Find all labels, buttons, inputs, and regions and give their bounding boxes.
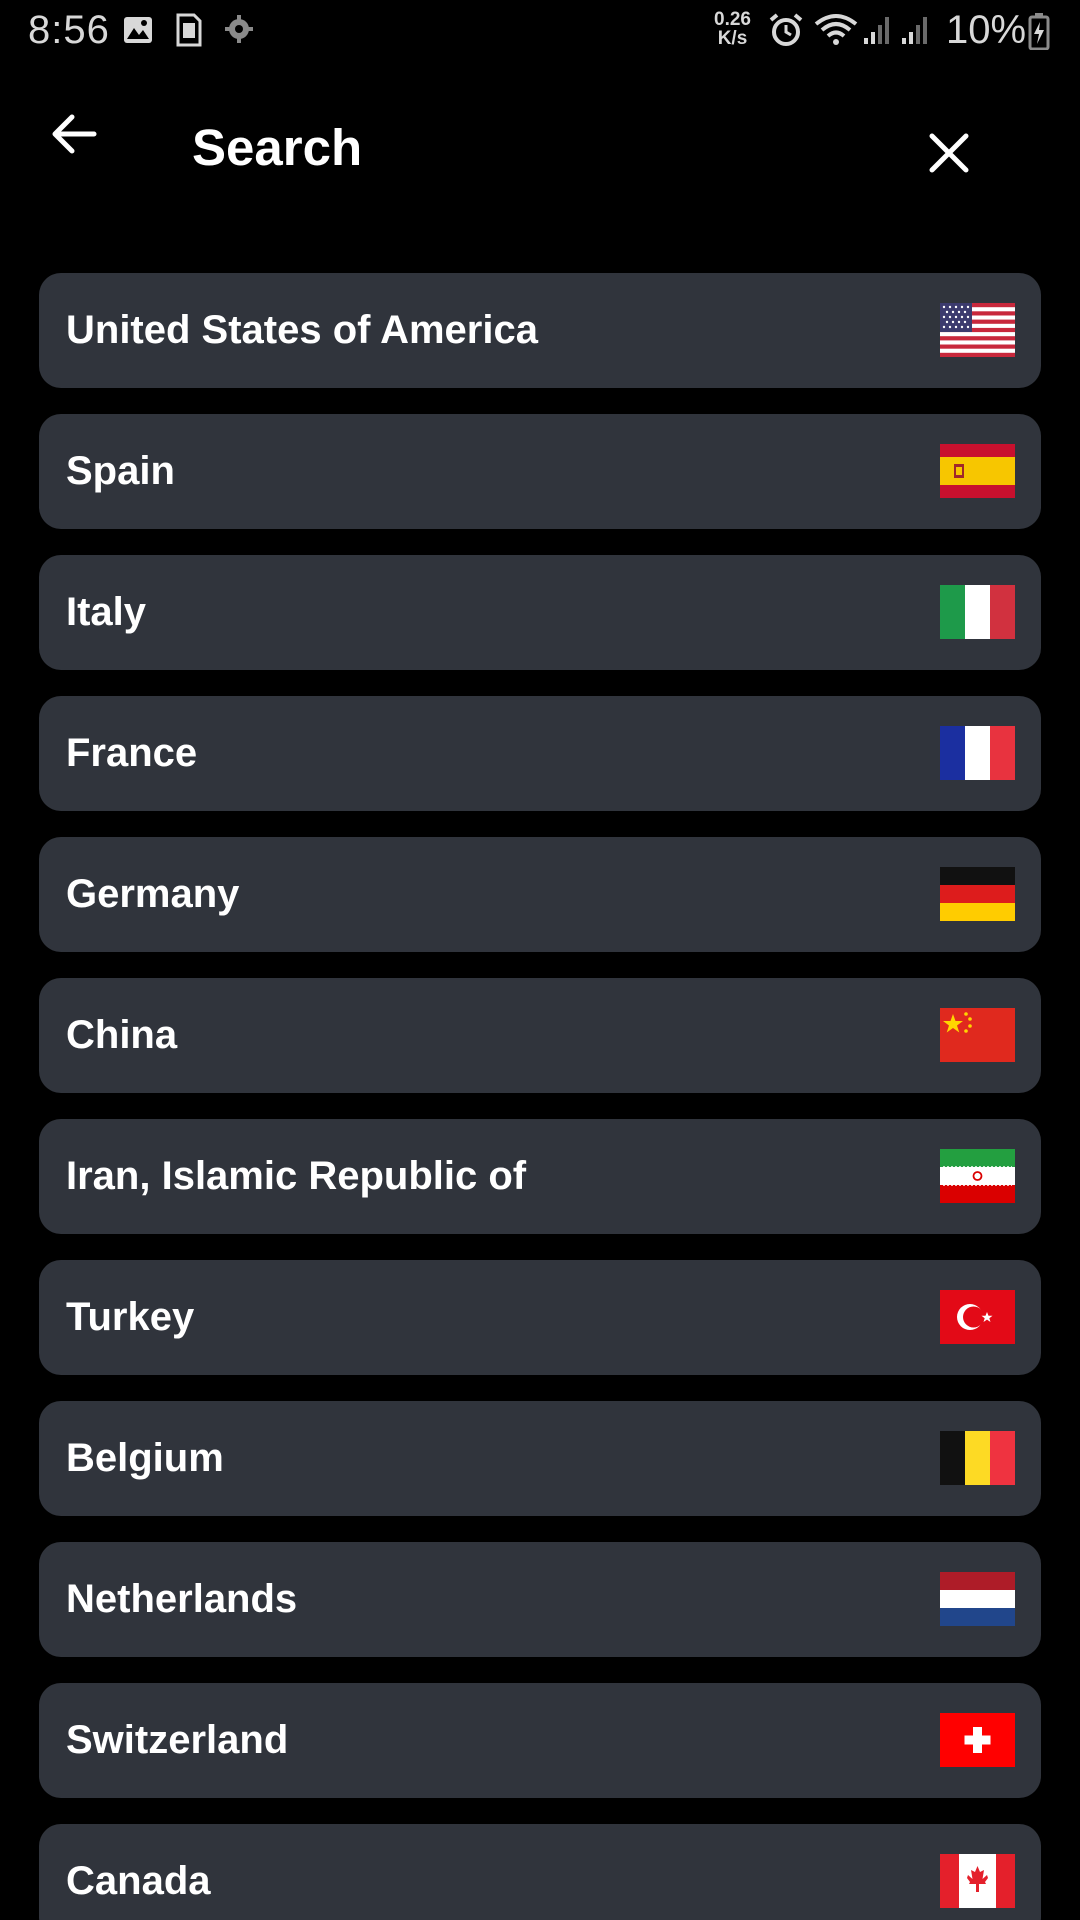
china-flag-icon (940, 1008, 1015, 1062)
country-list: United States of America Spain Italy Fra… (39, 273, 1041, 1920)
country-item-iran[interactable]: Iran, Islamic Republic of (39, 1119, 1041, 1234)
country-name: Switzerland (66, 1718, 289, 1762)
germany-flag-icon (940, 867, 1015, 921)
canada-flag-icon (940, 1854, 1015, 1908)
iran-flag-icon (940, 1149, 1015, 1203)
status-time: 8:56 (28, 8, 110, 52)
country-name: Italy (66, 590, 147, 634)
wifi-icon (814, 12, 858, 53)
country-item-germany[interactable]: Germany (39, 837, 1041, 952)
country-name: Belgium (66, 1436, 224, 1480)
network-speed-value: 0.26 (714, 9, 751, 30)
country-name: Iran, Islamic Republic of (66, 1154, 527, 1198)
belgium-flag-icon (940, 1431, 1015, 1485)
country-name: United States of America (66, 308, 538, 352)
switzerland-flag-icon (940, 1713, 1015, 1767)
arrow-back-icon (52, 114, 97, 154)
battery-percent: 10% (946, 8, 1027, 52)
country-name: Turkey (66, 1295, 195, 1339)
country-name: Spain (66, 449, 175, 493)
country-name: France (66, 731, 198, 775)
signal-icon-2 (900, 14, 930, 51)
spain-flag-icon (940, 444, 1015, 498)
signal-icon (862, 14, 892, 51)
country-name: China (66, 1013, 178, 1057)
country-item-italy[interactable]: Italy (39, 555, 1041, 670)
screen: 8:56 0.26 K/s 10% Search United States o… (0, 0, 1080, 1920)
close-icon (929, 133, 969, 173)
country-name: Germany (66, 872, 240, 916)
country-item-china[interactable]: China (39, 978, 1041, 1093)
country-item-turkey[interactable]: Turkey (39, 1260, 1041, 1375)
country-item-usa[interactable]: United States of America (39, 273, 1041, 388)
settings-cog-icon (224, 14, 254, 49)
status-bar: 8:56 0.26 K/s 10% (0, 0, 1080, 62)
country-item-france[interactable]: France (39, 696, 1041, 811)
network-speed-unit: K/s (717, 28, 748, 49)
country-item-switzerland[interactable]: Switzerland (39, 1683, 1041, 1798)
country-item-canada[interactable]: Canada (39, 1824, 1041, 1920)
france-flag-icon (940, 726, 1015, 780)
country-name: Canada (66, 1859, 211, 1903)
alarm-icon (768, 12, 804, 53)
netherlands-flag-icon (940, 1572, 1015, 1626)
battery-charging-icon (1028, 12, 1050, 55)
image-icon (122, 14, 154, 51)
close-button[interactable] (918, 122, 980, 184)
country-item-spain[interactable]: Spain (39, 414, 1041, 529)
country-item-belgium[interactable]: Belgium (39, 1401, 1041, 1516)
country-item-netherlands[interactable]: Netherlands (39, 1542, 1041, 1657)
country-name: Netherlands (66, 1577, 298, 1621)
page-title: Search (192, 119, 363, 176)
turkey-flag-icon (940, 1290, 1015, 1344)
network-speed: 0.26 K/s (714, 10, 751, 48)
app-bar: Search (0, 62, 1080, 242)
us-flag-icon (940, 303, 1015, 357)
back-button[interactable] (36, 104, 112, 164)
sim-card-icon (176, 13, 202, 52)
italy-flag-icon (940, 585, 1015, 639)
